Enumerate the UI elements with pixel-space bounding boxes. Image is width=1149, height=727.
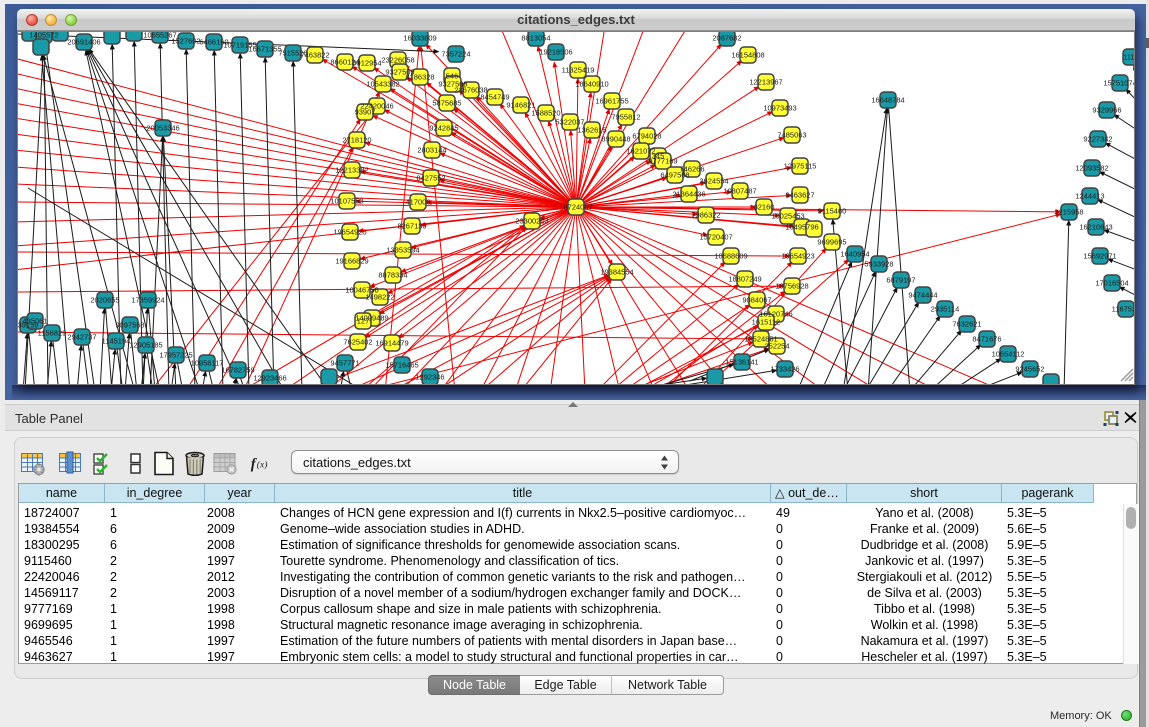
svg-text:(x): (x) <box>257 459 268 470</box>
